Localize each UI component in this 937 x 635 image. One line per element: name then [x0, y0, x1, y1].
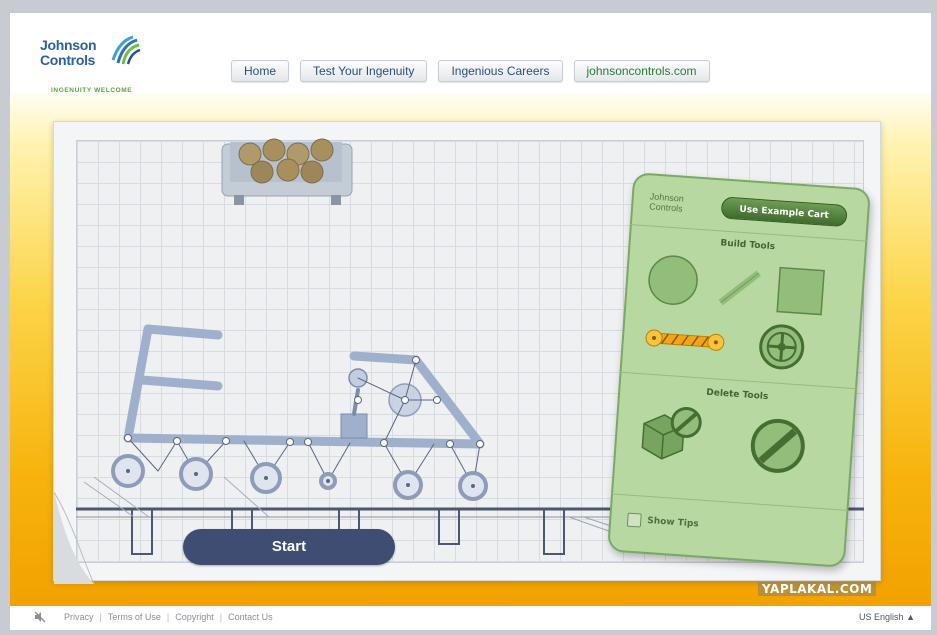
player-cart[interactable]	[111, 324, 488, 501]
footer-separator: |	[166, 612, 170, 622]
logo-wordmark: Johnson Controls	[40, 37, 97, 68]
page-curl	[54, 492, 95, 584]
nav-home-button[interactable]: Home	[231, 60, 290, 82]
logo-line1: Johnson	[40, 37, 97, 53]
nav-test-your-ingenuity-button[interactable]: Test Your Ingenuity	[300, 60, 428, 82]
page-frame: Johnson Controls INGENUITY WELCOME Home …	[10, 13, 931, 630]
start-button[interactable]: Start	[183, 529, 395, 565]
delete-all-icon[interactable]	[747, 415, 809, 477]
top-nav: Home Test Your Ingenuity Ingenious Caree…	[231, 60, 721, 82]
footer-links: Privacy | Terms of Use | Copyright | Con…	[64, 612, 273, 622]
footer-privacy-link[interactable]: Privacy	[64, 612, 94, 622]
game-stage: Johnson Controls Use Example Cart Build …	[10, 93, 931, 606]
triangle-up-icon: ▲	[906, 612, 915, 622]
johnson-controls-logo[interactable]: Johnson Controls INGENUITY WELCOME	[40, 25, 150, 94]
show-tips-label: Show Tips	[646, 515, 700, 530]
footer-separator: |	[99, 612, 102, 622]
ball-dispenser-icon	[221, 138, 353, 205]
panel-logo: Johnson Controls	[649, 191, 684, 213]
footer-terms-link[interactable]: Terms of Use	[108, 612, 161, 622]
footer-separator: |	[219, 612, 223, 622]
rod-tool-icon[interactable]	[716, 266, 763, 309]
sound-mute-icon[interactable]	[34, 611, 46, 623]
steering-wheel-tool-icon[interactable]	[756, 321, 807, 372]
block-tool-icon[interactable]	[774, 264, 827, 317]
logo-line2: Controls	[40, 52, 96, 68]
logo-swirl-icon	[111, 35, 141, 65]
delete-part-icon[interactable]	[635, 401, 705, 465]
footer-contact-link[interactable]: Contact Us	[228, 612, 273, 622]
watermark: YAPLAKAL.COM	[758, 582, 877, 596]
nav-johnsoncontrols-link[interactable]: johnsoncontrols.com	[573, 60, 710, 82]
footer: Privacy | Terms of Use | Copyright | Con…	[10, 606, 931, 630]
show-tips-checkbox[interactable]	[626, 512, 642, 528]
wheel-tool-icon[interactable]	[644, 251, 702, 309]
game-paper: Johnson Controls Use Example Cart Build …	[53, 121, 881, 584]
nav-ingenious-careers-button[interactable]: Ingenious Careers	[438, 60, 563, 82]
spring-rod-tool-icon[interactable]	[643, 323, 727, 357]
tools-panel: Johnson Controls Use Example Cart Build …	[607, 172, 871, 568]
language-label: US English	[859, 612, 904, 622]
footer-copyright-link[interactable]: Copyright	[175, 612, 214, 622]
language-selector[interactable]: US English ▲	[859, 612, 915, 622]
